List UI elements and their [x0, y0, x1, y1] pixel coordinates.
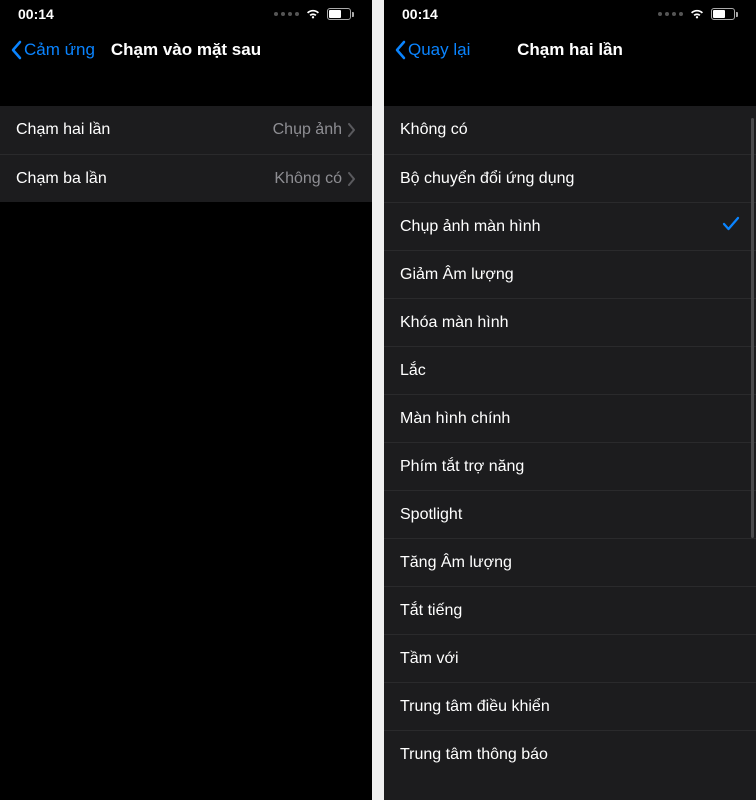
option-label: Bộ chuyển đổi ứng dụng: [400, 170, 740, 188]
option-row[interactable]: Màn hình chính: [384, 394, 756, 442]
option-row[interactable]: Tầm với: [384, 634, 756, 682]
row-value: Không có: [274, 170, 342, 188]
chevron-right-icon: [348, 123, 356, 137]
chevron-left-icon: [394, 40, 406, 60]
option-row[interactable]: Trung tâm điều khiển: [384, 682, 756, 730]
option-label: Phím tắt trợ năng: [400, 458, 740, 476]
option-row[interactable]: Spotlight: [384, 490, 756, 538]
option-row[interactable]: Tắt tiếng: [384, 586, 756, 634]
option-label: Không có: [400, 121, 740, 139]
scrollbar-thumb[interactable]: [751, 118, 754, 538]
chevron-right-icon: [348, 172, 356, 186]
nav-header: Cảm ứng Chạm vào mặt sau: [0, 28, 372, 72]
option-label: Trung tâm thông báo: [400, 746, 740, 764]
section-spacer: [0, 72, 372, 106]
options-container: Không có Bộ chuyển đổi ứng dụng Chụp ảnh m…: [384, 72, 756, 800]
option-row[interactable]: Bộ chuyển đổi ứng dụng: [384, 154, 756, 202]
nav-header: Quay lại Chạm hai lần: [384, 28, 756, 72]
settings-list: Chạm hai lần Chụp ảnh Chạm ba lần Không …: [0, 106, 372, 202]
option-label: Spotlight: [400, 506, 740, 524]
status-bar: 00:14: [0, 0, 372, 28]
cellular-dots-icon: [274, 12, 299, 16]
option-row[interactable]: Lắc: [384, 346, 756, 394]
option-label: Trung tâm điều khiển: [400, 698, 740, 716]
row-triple-tap[interactable]: Chạm ba lần Không có: [0, 154, 372, 202]
phone-right: 00:14 Quay lại Chạm hai lần: [384, 0, 756, 800]
back-button[interactable]: Quay lại: [392, 36, 472, 64]
battery-icon: [711, 8, 738, 20]
option-label: Màn hình chính: [400, 410, 740, 428]
option-row[interactable]: Chụp ảnh màn hình: [384, 202, 756, 250]
row-label: Chạm hai lần: [16, 121, 273, 139]
phone-left: 00:14 Cảm ứng Chạm vào mặt sau: [0, 0, 372, 800]
battery-icon: [327, 8, 354, 20]
wifi-icon: [689, 8, 705, 20]
row-label: Chạm ba lần: [16, 170, 274, 188]
screenshot-stage: 00:14 Cảm ứng Chạm vào mặt sau: [0, 0, 756, 800]
option-label: Tầm với: [400, 650, 740, 668]
option-label: Tăng Âm lượng: [400, 554, 740, 572]
options-list: Không có Bộ chuyển đổi ứng dụng Chụp ảnh m…: [384, 106, 756, 800]
option-label: Chụp ảnh màn hình: [400, 218, 722, 236]
checkmark-icon: [722, 216, 740, 237]
back-label: Cảm ứng: [24, 40, 95, 60]
option-row[interactable]: Phím tắt trợ năng: [384, 442, 756, 490]
option-row[interactable]: Trung tâm thông báo: [384, 730, 756, 778]
status-right-cluster: [658, 8, 738, 20]
chevron-left-icon: [10, 40, 22, 60]
status-time: 00:14: [402, 6, 438, 22]
option-label: Lắc: [400, 362, 740, 380]
status-right-cluster: [274, 8, 354, 20]
option-label: Giảm Âm lượng: [400, 266, 740, 284]
option-row[interactable]: Giảm Âm lượng: [384, 250, 756, 298]
option-label: Khóa màn hình: [400, 314, 740, 332]
status-bar: 00:14: [384, 0, 756, 28]
option-row[interactable]: Tăng Âm lượng: [384, 538, 756, 586]
wifi-icon: [305, 8, 321, 20]
option-row[interactable]: Khóa màn hình: [384, 298, 756, 346]
status-time: 00:14: [18, 6, 54, 22]
row-value: Chụp ảnh: [273, 121, 342, 139]
cellular-dots-icon: [658, 12, 683, 16]
option-row[interactable]: Không có: [384, 106, 756, 154]
option-label: Tắt tiếng: [400, 602, 740, 620]
row-double-tap[interactable]: Chạm hai lần Chụp ảnh: [0, 106, 372, 154]
back-label: Quay lại: [408, 40, 470, 60]
back-button[interactable]: Cảm ứng: [8, 36, 97, 64]
